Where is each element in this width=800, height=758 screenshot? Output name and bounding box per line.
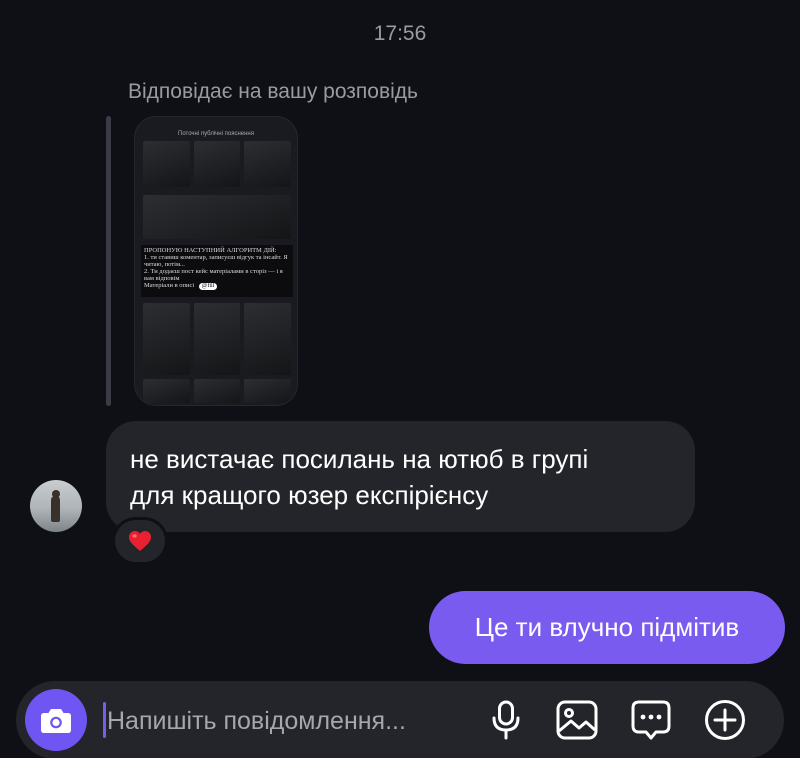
story-preview-row xyxy=(143,195,291,239)
gallery-button[interactable] xyxy=(555,698,599,742)
plus-icon xyxy=(705,700,745,740)
heart-icon xyxy=(129,531,151,551)
story-preview-cell xyxy=(143,303,190,375)
image-icon xyxy=(556,700,598,740)
incoming-message-line: для кращого юзер експірієнсу xyxy=(130,480,489,510)
story-preview-text-card: ПРОПОНУЮ НАСТУПНИЙ АЛГОРИТМ ДІЙ: 1. ти с… xyxy=(141,245,293,297)
story-preview-cell xyxy=(244,303,292,375)
story-preview-cell xyxy=(143,195,291,239)
sticker-button[interactable] xyxy=(629,698,673,742)
more-options-button[interactable] xyxy=(703,698,747,742)
camera-button[interactable] xyxy=(25,689,87,751)
story-preview-thumbnail[interactable]: Поточні публічні пояснення ПРОПОНУЮ НАСТ… xyxy=(134,116,298,406)
story-preview-cell xyxy=(193,379,241,403)
outgoing-message-bubble[interactable]: Це ти влучно підмітив xyxy=(429,591,785,664)
timestamp: 17:56 xyxy=(373,22,427,45)
story-preview-row xyxy=(143,379,292,403)
story-preview-pill: @fill xyxy=(198,283,218,290)
sticker-icon xyxy=(631,700,671,740)
story-preview-row xyxy=(143,141,292,187)
story-preview-cell xyxy=(193,141,241,187)
story-preview-footer-text: Матеріали в описі xyxy=(144,282,195,289)
story-preview-line: 2. Ти додаєш пост кейс матеріалами в сто… xyxy=(144,268,283,282)
story-preview-row xyxy=(143,303,292,375)
incoming-message-line: не вистачає посилань на ютюб в групі xyxy=(130,444,589,474)
incoming-message-bubble[interactable]: не вистачає посилань на ютюб в групі для… xyxy=(106,421,695,532)
text-cursor xyxy=(103,702,106,738)
avatar-figure-body xyxy=(51,496,60,522)
story-preview-cell xyxy=(244,141,292,187)
story-preview-cell xyxy=(193,303,241,375)
story-preview-cell xyxy=(244,379,292,403)
story-preview-cell xyxy=(143,379,190,403)
avatar[interactable] xyxy=(30,480,82,532)
story-preview-footer: Матеріали в описі @fill xyxy=(144,282,290,290)
story-preview-heading: ПРОПОНУЮ НАСТУПНИЙ АЛГОРИТМ ДІЙ: xyxy=(144,247,277,254)
microphone-button[interactable] xyxy=(484,698,528,742)
message-input[interactable] xyxy=(107,702,467,740)
story-preview-title: Поточні публічні пояснення xyxy=(178,131,254,137)
microphone-icon xyxy=(492,700,520,740)
story-preview-cell xyxy=(143,141,190,187)
reply-label: Відповідає на вашу розповідь xyxy=(128,80,418,103)
camera-icon xyxy=(41,709,71,733)
story-preview-line: 1. ти ставиш коментар, записуєш відгук т… xyxy=(144,254,288,268)
reply-quote-bar xyxy=(106,116,111,406)
message-reaction[interactable] xyxy=(112,517,168,565)
